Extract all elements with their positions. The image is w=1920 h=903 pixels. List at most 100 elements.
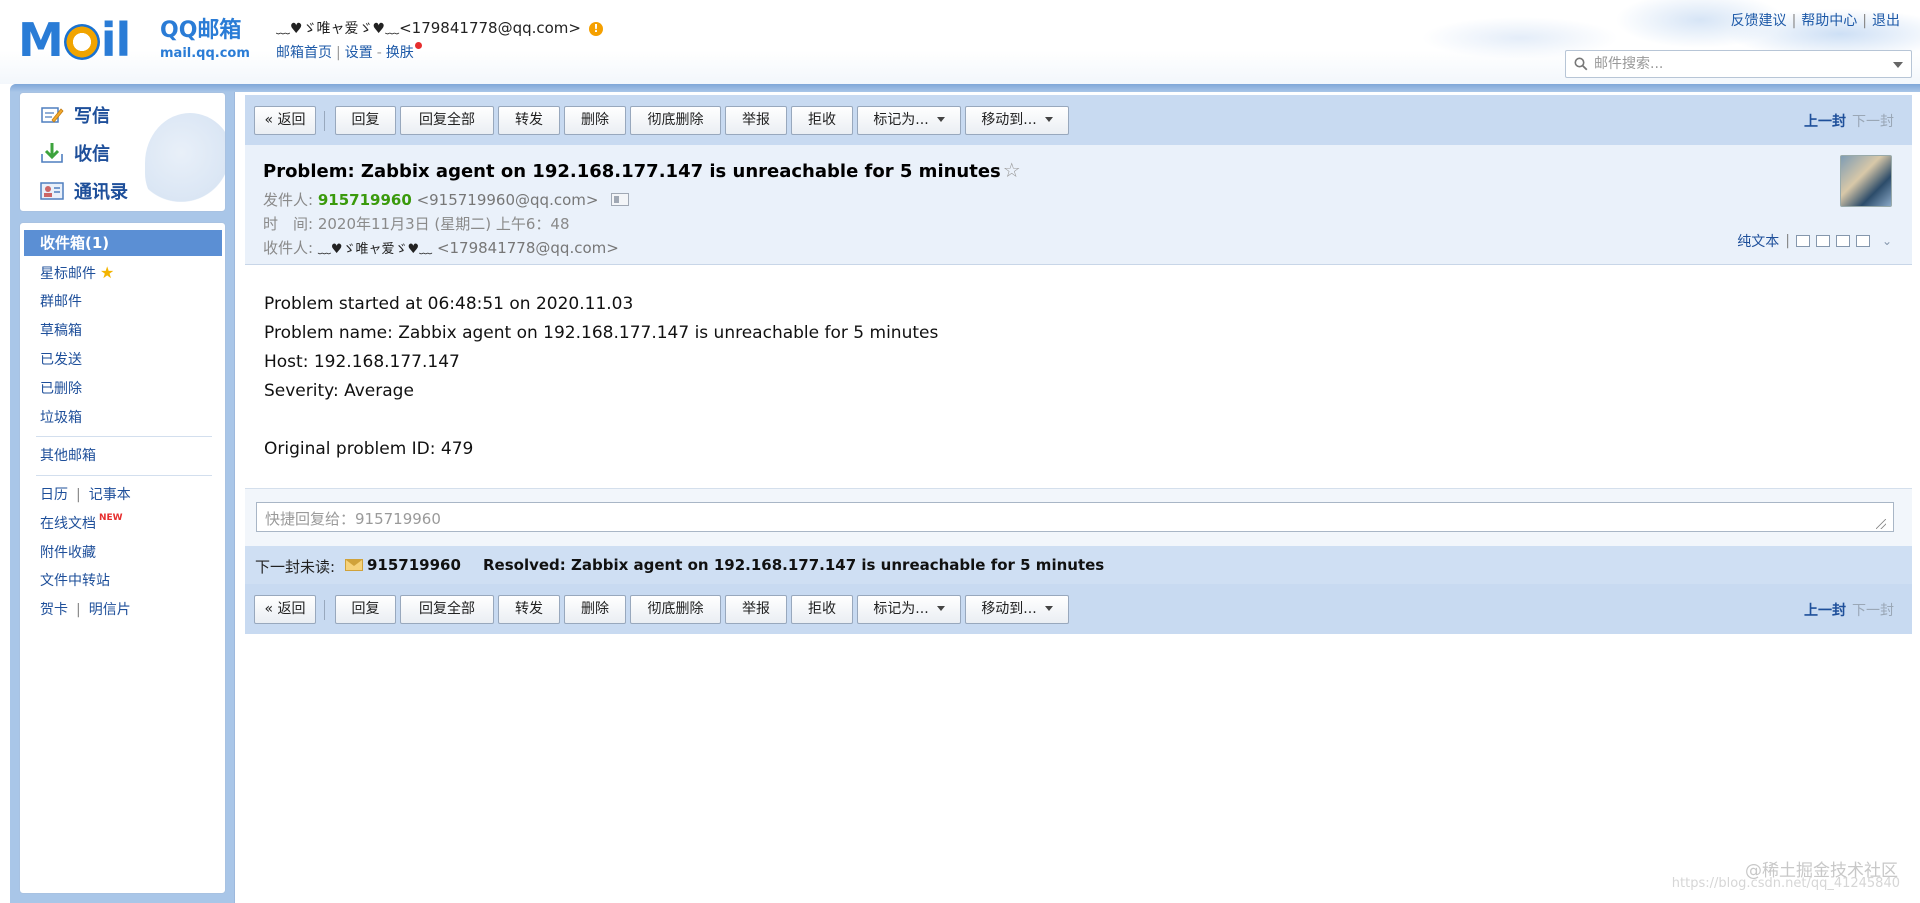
- logo-brand: QQ邮箱: [160, 18, 242, 43]
- report-button[interactable]: 举报: [725, 106, 787, 135]
- plain-text-link[interactable]: 纯文本: [1737, 231, 1779, 251]
- prev-mail-link[interactable]: 上一封: [1804, 603, 1846, 619]
- copy-icon[interactable]: [1815, 235, 1830, 247]
- sidebar-item-greeting-cards[interactable]: 贺卡: [40, 602, 68, 618]
- sidebar-item-attachments[interactable]: 附件收藏: [40, 542, 96, 562]
- quick-reply-input[interactable]: [256, 502, 1894, 532]
- star-outline-icon[interactable]: ☆: [1003, 158, 1021, 182]
- warning-icon[interactable]: !: [588, 22, 603, 36]
- sidebar-item-starred[interactable]: 星标邮件 ★: [40, 263, 114, 283]
- forward-button[interactable]: 转发: [498, 595, 560, 624]
- mark-as-dropdown[interactable]: 标记为...: [857, 106, 961, 135]
- separator: |: [76, 487, 81, 503]
- settings-link[interactable]: 设置: [345, 45, 373, 61]
- next-mail-link[interactable]: 下一封: [1852, 114, 1894, 130]
- contact-card-icon[interactable]: [611, 193, 630, 206]
- sidebar-actions-panel: 写信 收信 通讯录: [19, 92, 226, 212]
- sidebar-item-label: 星标邮件: [40, 266, 96, 282]
- separator: |: [1791, 13, 1797, 29]
- mail-to-row: 收件人: ﹏♥ゞ唯ャ爱ゞ♥﹏ <179841778@qq.com>: [263, 237, 619, 258]
- move-to-dropdown[interactable]: 移动到...: [965, 106, 1069, 135]
- mail-body-line: Problem name: Zabbix agent on 192.168.17…: [264, 323, 939, 343]
- sidebar-item-notes[interactable]: 记事本: [89, 487, 131, 503]
- sender-avatar[interactable]: [1840, 155, 1892, 207]
- mail-body: Problem started at 06:48:51 on 2020.11.0…: [264, 290, 938, 464]
- sender-name[interactable]: 915719960: [318, 191, 412, 209]
- help-center-link[interactable]: 帮助中心: [1801, 13, 1857, 29]
- new-window-icon[interactable]: [1795, 235, 1810, 247]
- sidebar-item-deleted[interactable]: 已删除: [40, 378, 82, 398]
- print-icon[interactable]: [1855, 235, 1870, 247]
- sidebar-item-calendar[interactable]: 日历: [40, 487, 68, 503]
- recipient-address: <179841778@qq.com>: [436, 239, 619, 257]
- sidebar-item-sent[interactable]: 已发送: [40, 349, 82, 369]
- reply-all-button[interactable]: 回复全部: [400, 106, 494, 135]
- mail-from-row: 发件人: 915719960 <915719960@qq.com>: [263, 189, 630, 210]
- user-nickname: ﹏♥ゞ唯ャ爱ゞ♥﹏: [276, 21, 400, 37]
- delete-forever-button[interactable]: 彻底删除: [630, 595, 721, 624]
- chevron-down-icon: [1044, 606, 1053, 611]
- sidebar-item-online-docs[interactable]: 在线文档 NEW: [40, 513, 123, 533]
- sidebar-item-file-transfer[interactable]: 文件中转站: [40, 570, 110, 590]
- next-unread-label: 下一封未读:: [255, 558, 336, 576]
- search-dropdown-arrow-icon[interactable]: [1893, 62, 1903, 68]
- back-button[interactable]: « 返回: [254, 106, 316, 135]
- to-label: 收件人:: [263, 239, 314, 257]
- reject-button[interactable]: 拒收: [791, 595, 853, 624]
- sidebar-item-group-mail[interactable]: 群邮件: [40, 291, 82, 311]
- quick-reply-panel: [245, 488, 1912, 546]
- next-unread-sender[interactable]: 915719960: [367, 556, 461, 574]
- receive-label: 收信: [74, 144, 110, 165]
- logout-link[interactable]: 退出: [1872, 13, 1900, 29]
- time-label: 时 间:: [263, 215, 314, 233]
- mail-pager: 上一封 下一封: [1804, 600, 1894, 620]
- sidebar-item-drafts[interactable]: 草稿箱: [40, 320, 82, 340]
- next-mail-link[interactable]: 下一封: [1852, 603, 1894, 619]
- separator: |: [1862, 13, 1867, 29]
- reply-all-button[interactable]: 回复全部: [400, 595, 494, 624]
- sidebar-item-inbox[interactable]: 收件箱(1): [24, 230, 222, 256]
- mail-subject-text: Problem: Zabbix agent on 192.168.177.147…: [263, 161, 1001, 182]
- reply-button[interactable]: 回复: [335, 106, 396, 135]
- mail-toolbar-bottom: « 返回 回复 回复全部 转发 删除 彻底删除 举报 拒收 标记为... 移动到…: [245, 584, 1912, 634]
- resize-grip-icon[interactable]: [1876, 519, 1886, 529]
- contacts-label: 通讯录: [74, 182, 128, 203]
- delete-forever-button[interactable]: 彻底删除: [630, 106, 721, 135]
- receive-mail-button[interactable]: 收信: [40, 138, 110, 168]
- move-to-dropdown[interactable]: 移动到...: [965, 595, 1069, 624]
- contacts-button[interactable]: 通讯录: [40, 176, 128, 206]
- sidebar-item-postcards[interactable]: 明信片: [89, 602, 131, 618]
- delete-button[interactable]: 删除: [564, 595, 626, 624]
- save-icon[interactable]: [1835, 235, 1850, 247]
- compose-button[interactable]: 写信: [40, 100, 110, 130]
- back-button[interactable]: « 返回: [254, 595, 316, 624]
- feedback-link[interactable]: 反馈建议: [1731, 13, 1787, 29]
- chevron-down-icon: [1044, 117, 1053, 122]
- mark-as-dropdown[interactable]: 标记为...: [857, 595, 961, 624]
- user-links: 邮箱首页 | 设置 - 换肤: [276, 42, 603, 62]
- sidebar-divider: [36, 436, 212, 437]
- reply-button[interactable]: 回复: [335, 595, 396, 624]
- sidebar-item-spam[interactable]: 垃圾箱: [40, 407, 82, 427]
- move-to-label: 移动到...: [981, 601, 1037, 617]
- mail-search-input[interactable]: [1592, 54, 1882, 74]
- sidebar-item-label: 在线文档: [40, 516, 96, 532]
- user-area: ﹏♥ゞ唯ャ爱ゞ♥﹏<179841778@qq.com>! 邮箱首页 | 设置 - 换肤: [276, 18, 603, 62]
- reject-button[interactable]: 拒收: [791, 106, 853, 135]
- next-unread-subject[interactable]: Resolved: Zabbix agent on 192.168.177.14…: [483, 556, 1104, 574]
- sidebar-item-other-mailboxes[interactable]: 其他邮箱: [40, 445, 96, 465]
- delete-button[interactable]: 删除: [564, 106, 626, 135]
- forward-button[interactable]: 转发: [498, 106, 560, 135]
- star-icon: ★: [100, 263, 115, 282]
- next-unread-bar: 下一封未读: 915719960 Resolved: Zabbix agent …: [245, 546, 1912, 584]
- double-chevron-down-icon[interactable]: ⌄: [1882, 234, 1892, 248]
- toolbar-separator: [324, 111, 325, 131]
- change-skin-link[interactable]: 换肤: [386, 45, 414, 61]
- mailbox-home-link[interactable]: 邮箱首页: [276, 45, 332, 61]
- frame-top-bar: [10, 84, 1920, 92]
- qq-mail-logo[interactable]: Mil QQ邮箱 mail.qq.com: [18, 16, 258, 64]
- prev-mail-link[interactable]: 上一封: [1804, 114, 1846, 130]
- recipient-nickname[interactable]: ﹏♥ゞ唯ャ爱ゞ♥﹏: [318, 242, 432, 257]
- separator: |: [1785, 233, 1790, 249]
- report-button[interactable]: 举报: [725, 595, 787, 624]
